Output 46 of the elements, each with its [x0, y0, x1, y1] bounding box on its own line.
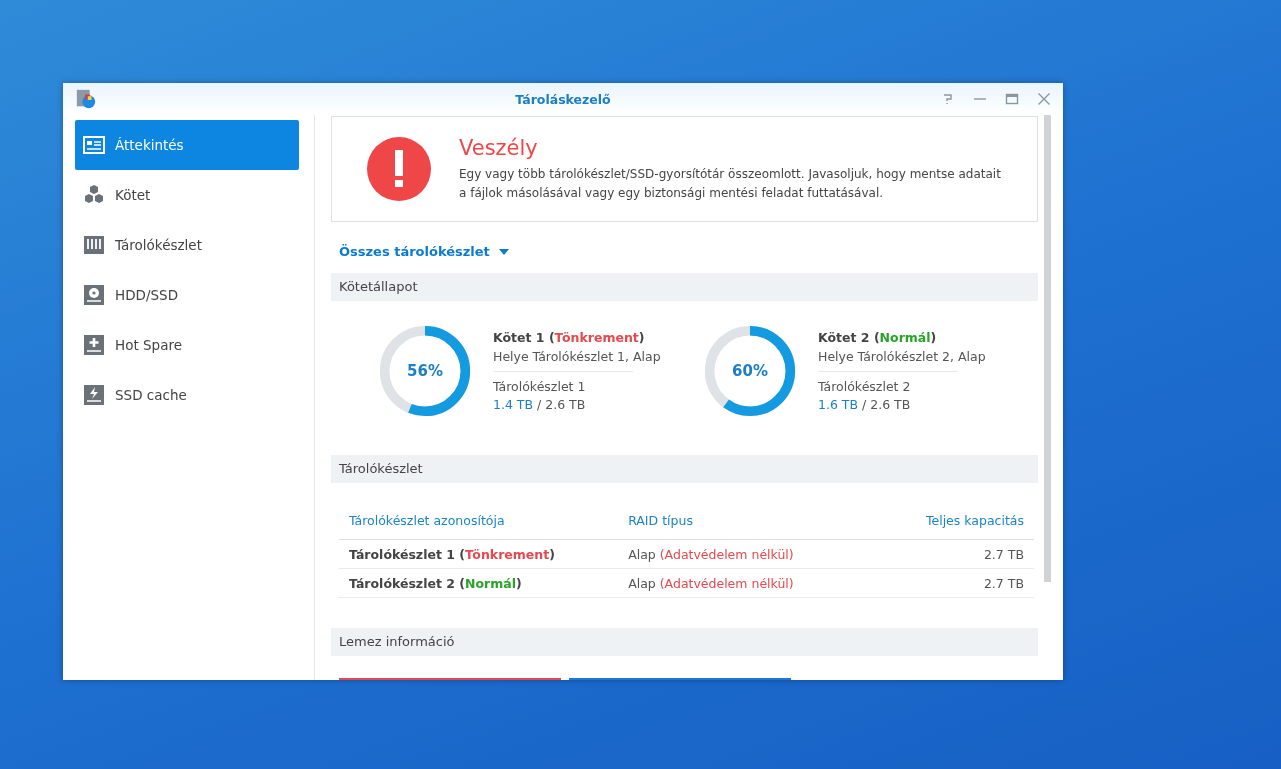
- bolt-icon: [83, 384, 105, 406]
- table-cell: Alap (Adatvédelem nélkül): [618, 539, 889, 569]
- used-capacity: 1.6 TB: [818, 397, 859, 412]
- table-cell: 2.7 TB: [888, 568, 1034, 598]
- table-cell: Tárolókészlet 1 (Tönkrement): [339, 539, 619, 569]
- cubes-icon: [83, 184, 105, 206]
- sidebar-item[interactable]: HDD/SSD: [75, 270, 299, 320]
- pool-name: Tárolókészlet 1: [493, 379, 587, 394]
- caret-icon: [498, 248, 509, 255]
- column-header[interactable]: Tárolókészlet azonosítója: [339, 501, 619, 540]
- maximize-icon[interactable]: [1005, 92, 1019, 106]
- pool-name: Tárolókészlet 2: [818, 379, 912, 394]
- volume-location: Helye Tárolókészlet 2, Alap: [818, 349, 986, 364]
- sidebar-item[interactable]: SSD cache: [75, 370, 299, 420]
- bars-icon: [83, 234, 105, 256]
- sidebar-item[interactable]: Áttekintés: [75, 120, 299, 170]
- volume-name: Kötet 2 (Normál): [818, 330, 938, 345]
- section-header: Tárolókészlet: [331, 455, 1038, 483]
- used-capacity: 1.4 TB: [493, 397, 534, 412]
- exclamation-icon: [367, 137, 431, 201]
- close-icon[interactable]: [1037, 92, 1051, 106]
- window-title: Tároláskezelő: [515, 91, 611, 107]
- sidebar-item[interactable]: Kötet: [75, 170, 299, 220]
- table-cell: Alap (Adatvédelem nélkül): [618, 568, 889, 598]
- alert-title: Veszély: [459, 135, 539, 160]
- scrollbar[interactable]: [1044, 115, 1051, 582]
- app-icon[interactable]: [75, 88, 97, 110]
- column-header[interactable]: RAID típus: [618, 501, 889, 540]
- plus-icon: [83, 334, 105, 356]
- table-cell: 2.7 TB: [888, 539, 1034, 569]
- section-header: Lemez információ: [331, 628, 1038, 656]
- total-capacity: / 2.6 TB: [537, 397, 586, 412]
- volume-location: Helye Tárolókészlet 1, Alap: [493, 349, 661, 364]
- pool-filter-dropdown[interactable]: Összes tárolókészlet: [339, 244, 509, 259]
- sidebar-item[interactable]: Tárolókészlet: [75, 220, 299, 270]
- usage-percent: 56%: [407, 362, 443, 380]
- column-header[interactable]: Teljes kapacitás: [888, 501, 1034, 540]
- help-icon[interactable]: [941, 92, 955, 106]
- total-capacity: / 2.6 TB: [862, 397, 911, 412]
- card-icon: [83, 134, 105, 156]
- volume-name: Kötet 1 (Tönkrement): [493, 330, 646, 345]
- usage-percent: 60%: [732, 362, 768, 380]
- table-cell: Tárolókészlet 2 (Normál): [339, 568, 619, 598]
- sidebar-item[interactable]: Hot Spare: [75, 320, 299, 370]
- alert-message: Egy vagy több tárolókészlet/SSD-gyorsítótár összeomlott. Javasoljuk, hogy mentse adatait a fájlok másolásával vagy egy biztonsági mentési feladat futtatásával.: [459, 165, 1002, 202]
- section-header: Kötetállapot: [331, 273, 1038, 301]
